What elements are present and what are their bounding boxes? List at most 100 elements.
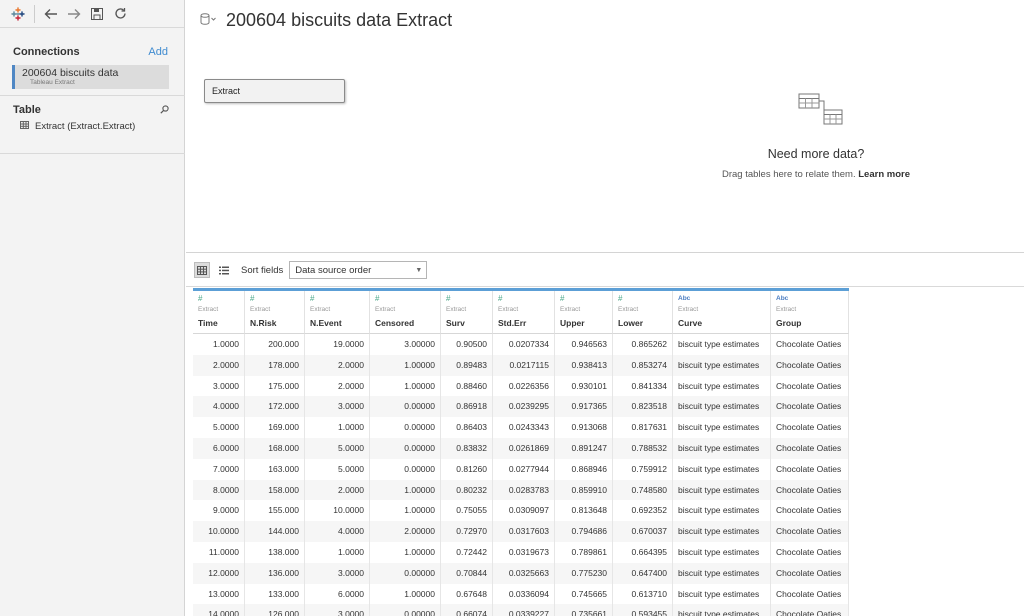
canvas-grid-divider[interactable] — [186, 252, 1024, 253]
cell-time[interactable]: 12.0000 — [193, 562, 245, 584]
cell-curve[interactable]: biscuit type estimates — [673, 417, 771, 438]
cell-censored[interactable]: 1.00000 — [370, 479, 441, 501]
column-name[interactable]: Std.Err — [498, 318, 554, 328]
cell-group[interactable]: Chocolate Oaties — [771, 417, 849, 438]
cell-curve[interactable]: biscuit type estimates — [673, 500, 771, 522]
cell-censored[interactable]: 0.00000 — [370, 396, 441, 418]
cell-upper[interactable]: 0.938413 — [555, 354, 613, 376]
number-type-icon[interactable]: # — [446, 294, 492, 304]
cell-lower[interactable]: 0.823518 — [613, 396, 673, 418]
string-type-icon[interactable]: Abc — [776, 294, 848, 304]
cell-n-risk[interactable]: 126.000 — [245, 604, 305, 616]
column-header-curve[interactable]: Abc Extract Curve — [673, 291, 771, 334]
cell-n-event[interactable]: 10.0000 — [305, 500, 370, 522]
back-arrow-icon[interactable] — [41, 4, 61, 24]
cell-time[interactable]: 2.0000 — [193, 354, 245, 376]
cell-n-risk[interactable]: 178.000 — [245, 354, 305, 376]
column-header-time[interactable]: # Extract Time — [193, 291, 245, 334]
cell-group[interactable]: Chocolate Oaties — [771, 396, 849, 418]
column-header-censored[interactable]: # Extract Censored — [370, 291, 441, 334]
cell-n-event[interactable]: 6.0000 — [305, 583, 370, 605]
learn-more-link[interactable]: Learn more — [858, 169, 910, 180]
cell-time[interactable]: 11.0000 — [193, 541, 245, 563]
cell-n-event[interactable]: 4.0000 — [305, 521, 370, 542]
cell-n-event[interactable]: 3.0000 — [305, 604, 370, 616]
cell-n-event[interactable]: 5.0000 — [305, 437, 370, 459]
cell-time[interactable]: 5.0000 — [193, 417, 245, 438]
cell-n-event[interactable]: 2.0000 — [305, 375, 370, 397]
cell-std-err[interactable]: 0.0319673 — [493, 541, 555, 563]
cell-lower[interactable]: 0.817631 — [613, 417, 673, 438]
cell-censored[interactable]: 1.00000 — [370, 500, 441, 522]
cell-curve[interactable]: biscuit type estimates — [673, 375, 771, 397]
cell-time[interactable]: 6.0000 — [193, 437, 245, 459]
cell-lower[interactable]: 0.853274 — [613, 354, 673, 376]
number-type-icon[interactable]: # — [498, 294, 554, 304]
number-type-icon[interactable]: # — [198, 294, 244, 304]
cell-n-event[interactable]: 3.0000 — [305, 562, 370, 584]
cell-time[interactable]: 8.0000 — [193, 479, 245, 501]
column-name[interactable]: Surv — [446, 318, 492, 328]
cell-n-event[interactable]: 1.0000 — [305, 417, 370, 438]
column-header-n-risk[interactable]: # Extract N.Risk — [245, 291, 305, 334]
cell-std-err[interactable]: 0.0309097 — [493, 500, 555, 522]
cell-curve[interactable]: biscuit type estimates — [673, 562, 771, 584]
cell-upper[interactable]: 0.913068 — [555, 417, 613, 438]
cell-n-risk[interactable]: 138.000 — [245, 541, 305, 563]
column-name[interactable]: N.Event — [310, 318, 369, 328]
cell-censored[interactable]: 1.00000 — [370, 375, 441, 397]
column-name[interactable]: Curve — [678, 318, 770, 328]
cell-upper[interactable]: 0.745665 — [555, 583, 613, 605]
cell-lower[interactable]: 0.759912 — [613, 458, 673, 480]
cell-censored[interactable]: 1.00000 — [370, 541, 441, 563]
cell-n-risk[interactable]: 163.000 — [245, 458, 305, 480]
cell-upper[interactable]: 0.735661 — [555, 604, 613, 616]
cell-lower[interactable]: 0.613710 — [613, 583, 673, 605]
cell-censored[interactable]: 1.00000 — [370, 583, 441, 605]
datasource-cylinder-icon[interactable] — [200, 12, 216, 30]
cell-lower[interactable]: 0.788532 — [613, 437, 673, 459]
grid-view-button[interactable] — [194, 262, 210, 278]
cell-curve[interactable]: biscuit type estimates — [673, 354, 771, 376]
cell-n-risk[interactable]: 172.000 — [245, 396, 305, 418]
cell-group[interactable]: Chocolate Oaties — [771, 375, 849, 397]
data-grid[interactable]: # Extract Time # Extract N.Risk # Extract N.Even… — [193, 288, 849, 616]
cell-lower[interactable]: 0.865262 — [613, 334, 673, 355]
cell-std-err[interactable]: 0.0339227 — [493, 604, 555, 616]
cell-std-err[interactable]: 0.0243343 — [493, 417, 555, 438]
table-box-extract[interactable]: Extract — [204, 79, 345, 103]
cell-lower[interactable]: 0.748580 — [613, 479, 673, 501]
cell-std-err[interactable]: 0.0217115 — [493, 354, 555, 376]
cell-group[interactable]: Chocolate Oaties — [771, 604, 849, 616]
cell-lower[interactable]: 0.692352 — [613, 500, 673, 522]
cell-censored[interactable]: 0.00000 — [370, 417, 441, 438]
column-header-group[interactable]: Abc Extract Group — [771, 291, 849, 334]
cell-n-risk[interactable]: 200.000 — [245, 334, 305, 355]
column-name[interactable]: Group — [776, 318, 848, 328]
cell-surv[interactable]: 0.67648 — [441, 583, 493, 605]
cell-group[interactable]: Chocolate Oaties — [771, 583, 849, 605]
cell-n-risk[interactable]: 155.000 — [245, 500, 305, 522]
number-type-icon[interactable]: # — [618, 294, 672, 304]
cell-group[interactable]: Chocolate Oaties — [771, 334, 849, 355]
column-header-std-err[interactable]: # Extract Std.Err — [493, 291, 555, 334]
column-name[interactable]: Censored — [375, 318, 440, 328]
cell-censored[interactable]: 3.00000 — [370, 334, 441, 355]
column-header-n-event[interactable]: # Extract N.Event — [305, 291, 370, 334]
cell-surv[interactable]: 0.88460 — [441, 375, 493, 397]
cell-surv[interactable]: 0.86918 — [441, 396, 493, 418]
cell-curve[interactable]: biscuit type estimates — [673, 334, 771, 355]
cell-n-event[interactable]: 5.0000 — [305, 458, 370, 480]
add-connection-link[interactable]: Add — [148, 46, 168, 58]
cell-n-event[interactable]: 1.0000 — [305, 541, 370, 563]
cell-surv[interactable]: 0.86403 — [441, 417, 493, 438]
cell-n-risk[interactable]: 175.000 — [245, 375, 305, 397]
forward-arrow-icon[interactable] — [64, 4, 84, 24]
cell-surv[interactable]: 0.83832 — [441, 437, 493, 459]
number-type-icon[interactable]: # — [560, 294, 612, 304]
cell-upper[interactable]: 0.930101 — [555, 375, 613, 397]
cell-n-risk[interactable]: 158.000 — [245, 479, 305, 501]
column-header-surv[interactable]: # Extract Surv — [441, 291, 493, 334]
cell-curve[interactable]: biscuit type estimates — [673, 437, 771, 459]
connection-item[interactable]: 200604 biscuits data Tableau Extract — [12, 65, 169, 89]
